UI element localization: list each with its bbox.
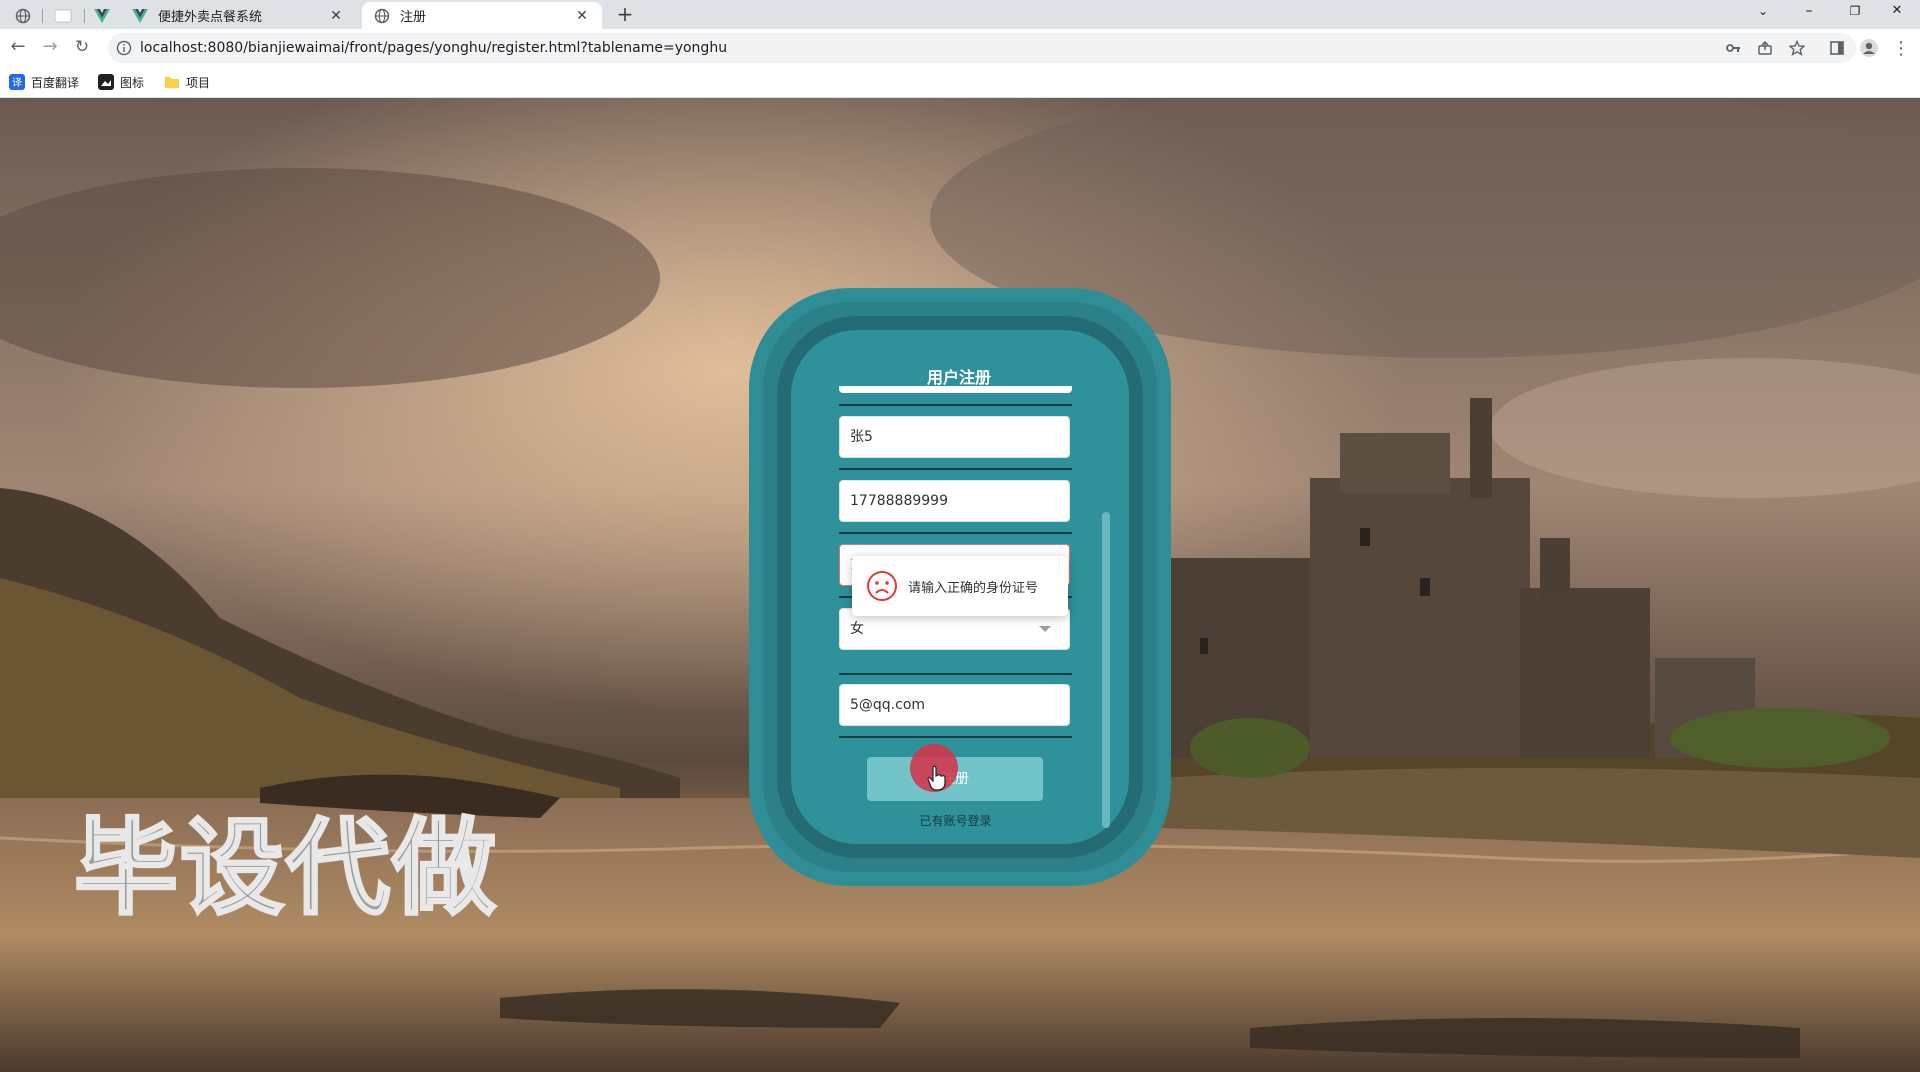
form-title: 用户注册 [926, 368, 991, 387]
divider [839, 532, 1072, 534]
url-text: localhost:8080/bianjiewaimai/front/pages… [140, 40, 728, 56]
pinned-tab-globe[interactable] [8, 2, 38, 29]
minimize-button[interactable]: – [1786, 0, 1832, 24]
field-edge-clipped [839, 386, 1072, 393]
divider [839, 736, 1072, 738]
forward-arrow-icon[interactable]: → [38, 36, 62, 60]
divider [839, 673, 1072, 675]
phone-field[interactable]: 17788889999 [839, 480, 1070, 522]
key-icon[interactable] [1722, 37, 1744, 59]
vue-logo-icon [94, 8, 110, 23]
error-toast: 请输入正确的身份证号 [852, 556, 1068, 616]
email-field[interactable]: 5@qq.com [839, 684, 1070, 726]
close-window-button[interactable]: ✕ [1874, 0, 1920, 24]
divider [839, 404, 1072, 406]
browser-toolbar: ← → ↻ localhost:8080/bianjiewaimai/front… [0, 29, 1920, 67]
blank-page-icon [54, 9, 72, 22]
tab-search-chevron-icon[interactable]: ⌄ [1740, 0, 1786, 24]
side-panel-icon[interactable] [1826, 37, 1848, 59]
address-bar[interactable]: localhost:8080/bianjiewaimai/front/pages… [108, 33, 1856, 63]
tab-register[interactable]: 注册 ✕ [362, 2, 602, 29]
error-message: 请输入正确的身份证号 [908, 580, 1039, 596]
globe-icon [15, 8, 31, 23]
gender-selected-value: 女 [850, 621, 864, 637]
hand-cursor-icon [927, 765, 946, 791]
watermark-text: 毕设代做 [72, 806, 499, 931]
reload-icon[interactable]: ↻ [70, 36, 94, 60]
folder-icon [164, 74, 180, 90]
bookmark-label: 项目 [186, 75, 211, 90]
bookmarks-bar: 译 百度翻译 图标 项目 [0, 67, 1920, 98]
bookmark-icons[interactable]: 图标 [98, 73, 144, 91]
share-icon[interactable] [1754, 37, 1776, 59]
bookmark-label: 图标 [120, 75, 145, 90]
tab-title: 便捷外卖点餐系统 [158, 10, 263, 25]
tab-strip: 便捷外卖点餐系统 ✕ 注册 ✕ + ⌄ – ❐ ✕ [0, 0, 1920, 29]
vue-logo-icon [132, 8, 148, 24]
login-link[interactable]: 已有账号登录 [839, 812, 1072, 829]
new-tab-button[interactable]: + [612, 3, 638, 27]
form-scrollbar[interactable] [1102, 512, 1110, 828]
sad-face-icon [867, 571, 897, 601]
svg-text:译: 译 [12, 77, 22, 89]
translate-icon: 译 [9, 74, 25, 90]
info-icon [116, 40, 132, 56]
tab-close-icon[interactable]: ✕ [574, 8, 590, 24]
name-field[interactable]: 张5 [839, 416, 1070, 458]
globe-icon [374, 8, 390, 24]
menu-kebab-icon[interactable]: ⋮ [1890, 37, 1912, 59]
caret-down-icon [1039, 626, 1051, 632]
bookmark-baidu-translate[interactable]: 译 百度翻译 [9, 73, 79, 91]
bookmark-label: 百度翻译 [31, 75, 80, 90]
profile-avatar-icon[interactable] [1858, 37, 1880, 59]
star-bookmark-icon[interactable] [1786, 37, 1808, 59]
pinned-tab-vue[interactable] [88, 2, 116, 29]
tab-takeout-system[interactable]: 便捷外卖点餐系统 ✕ [120, 2, 356, 29]
bookmark-projects[interactable]: 项目 [164, 73, 210, 91]
tab-title: 注册 [400, 10, 427, 25]
restore-button[interactable]: ❐ [1832, 0, 1878, 24]
tab-close-icon[interactable]: ✕ [328, 8, 344, 24]
image-icon [98, 74, 114, 90]
divider [839, 468, 1072, 470]
pinned-tab-blank[interactable] [46, 2, 80, 29]
back-arrow-icon[interactable]: ← [6, 36, 30, 60]
